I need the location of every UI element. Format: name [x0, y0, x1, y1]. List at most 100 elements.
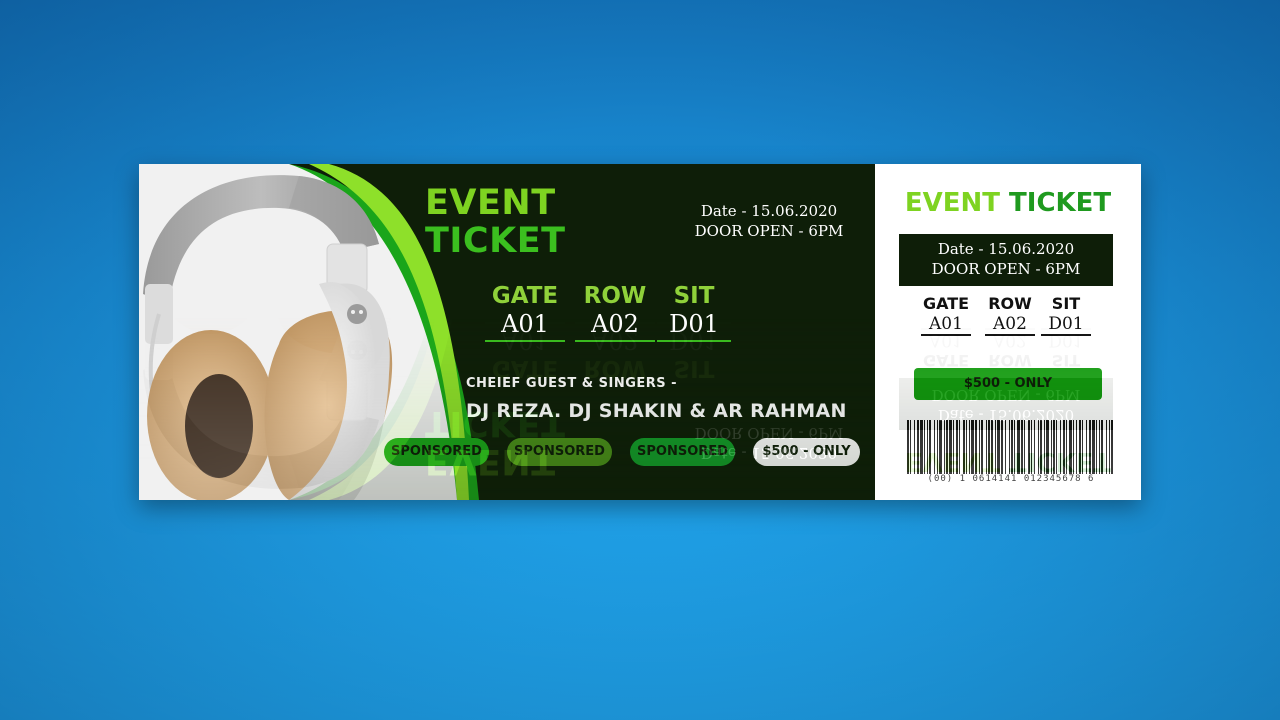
barcode-bar [907, 420, 909, 474]
stub-row-field: ROW A02 [985, 294, 1035, 336]
barcode-bar [939, 420, 942, 474]
barcode-bar [949, 420, 952, 474]
sit-label: SIT [673, 283, 715, 309]
barcode-bar [963, 420, 965, 474]
barcode-bar [1096, 420, 1097, 474]
barcode-bar [1001, 420, 1003, 474]
row-label: ROW [583, 283, 647, 309]
barcode-bar [1073, 420, 1074, 474]
barcode-bar [1051, 420, 1052, 474]
barcode-bar [981, 420, 983, 474]
barcode-bar [929, 420, 931, 474]
barcode-bar [995, 420, 996, 474]
barcode-bar [1063, 420, 1065, 474]
barcode-bar [991, 420, 993, 474]
barcode-bar [1109, 420, 1110, 474]
barcode-bar [1089, 420, 1091, 474]
barcode-bar [1086, 420, 1087, 474]
barcode-bar [910, 420, 911, 474]
barcode-bar [1044, 420, 1045, 474]
gate-value: A01 [485, 310, 565, 342]
sit-field: SIT D01 [657, 282, 731, 342]
stub-row-value: A02 [985, 314, 1035, 336]
barcode-bar [934, 420, 935, 474]
barcode-bar [1024, 420, 1025, 474]
event-title: EVENT TICKET [425, 184, 566, 260]
barcode-bar [1009, 420, 1010, 474]
barcode-bar [920, 420, 923, 474]
barcode-bar [1060, 420, 1061, 474]
event-title-line1: EVENT [425, 183, 556, 223]
barcode-bar [988, 420, 990, 474]
barcode-bar [1040, 420, 1042, 474]
barcode-bar [979, 420, 980, 474]
stub-gate-field: GATE A01 [921, 294, 971, 336]
barcode-bar [1056, 420, 1057, 474]
sponsor-badge: SPONSORED [384, 438, 489, 466]
barcode-bar [937, 420, 938, 474]
event-date-info: Date - 15.06.2020 DOOR OPEN - 6PM [679, 201, 859, 241]
barcode-bar [1069, 420, 1072, 474]
barcode-bar [975, 420, 977, 474]
barcode-bar [946, 420, 948, 474]
stub-price-button: $500 - ONLY [914, 368, 1102, 400]
barcode-digits: (00) 1 0614141 012345678 6 [927, 474, 1095, 484]
barcode-bar [1106, 420, 1107, 474]
row-value: A02 [575, 310, 655, 342]
barcode-bar [914, 420, 915, 474]
stub-sit-label: SIT [1051, 294, 1081, 313]
barcode-bar [1028, 420, 1030, 474]
barcode-image [907, 420, 1113, 474]
stub-gate-label: GATE [922, 294, 970, 313]
barcode-bar [1079, 420, 1081, 474]
row-field: ROW A02 [575, 282, 655, 342]
stub-row-label: ROW [988, 294, 1032, 313]
barcode-bar [1014, 420, 1015, 474]
barcode-bar [917, 420, 919, 474]
guest-names: DJ REZA. DJ SHAKIN & AR RAHMAN [466, 400, 847, 422]
stub-title-part1: EVENT [904, 188, 1000, 218]
barcode-bar [969, 420, 970, 474]
barcode-bar [959, 420, 960, 474]
ticket-main: EVENT TICKET Date - 15.06.2020 DOOR OPEN… [139, 164, 875, 500]
barcode-bar [953, 420, 954, 474]
event-ticket: EVENT TICKET Date - 15.06.2020 DOOR OPEN… [139, 164, 1141, 500]
barcode-bar [1046, 420, 1049, 474]
barcode-bar [997, 420, 1000, 474]
stub-title: EVENT TICKET [875, 188, 1141, 218]
barcode-bar [1066, 420, 1067, 474]
sponsor-badge: SPONSORED [507, 438, 612, 466]
stub-sit-field: SIT D01 [1041, 294, 1091, 336]
stub-date: Date - 15.06.2020 [937, 240, 1075, 258]
event-title-line2: TICKET [425, 221, 566, 261]
sponsor-badge: SPONSORED [630, 438, 735, 466]
stub-sit-value: D01 [1041, 314, 1091, 336]
barcode-bar [1021, 420, 1023, 474]
barcode-bar [971, 420, 974, 474]
stub-date-box: Date - 15.06.2020 DOOR OPEN - 6PM [899, 234, 1113, 286]
barcode-bar [1053, 420, 1055, 474]
sit-value: D01 [657, 310, 731, 342]
barcode-bar [944, 420, 945, 474]
barcode-bar [927, 420, 928, 474]
barcode-bar [966, 420, 967, 474]
stub-gate-value: A01 [921, 314, 971, 336]
barcode-bar [1005, 420, 1006, 474]
barcode-bar [1031, 420, 1032, 474]
stub-door-open: DOOR OPEN - 6PM [931, 260, 1081, 278]
price-badge: $500 - ONLY [753, 438, 860, 466]
barcode-bar [1101, 420, 1103, 474]
guest-label: CHEIEF GUEST & SINGERS - [466, 376, 678, 391]
barcode-bar [1082, 420, 1083, 474]
barcode-bar [1017, 420, 1020, 474]
stub-title-part2: TICKET [1009, 188, 1112, 218]
barcode-bar [956, 420, 958, 474]
barcode-bar [1034, 420, 1035, 474]
ticket-stub: EVENT TICKET Date - 15.06.2020 DOOR OPEN… [875, 164, 1141, 500]
gate-field: GATE A01 [485, 282, 565, 342]
gate-label: GATE [491, 283, 559, 309]
barcode-bar [1076, 420, 1077, 474]
event-date: Date - 15.06.2020 [700, 202, 838, 220]
barcode-bar [1038, 420, 1039, 474]
barcode-bar [1011, 420, 1013, 474]
